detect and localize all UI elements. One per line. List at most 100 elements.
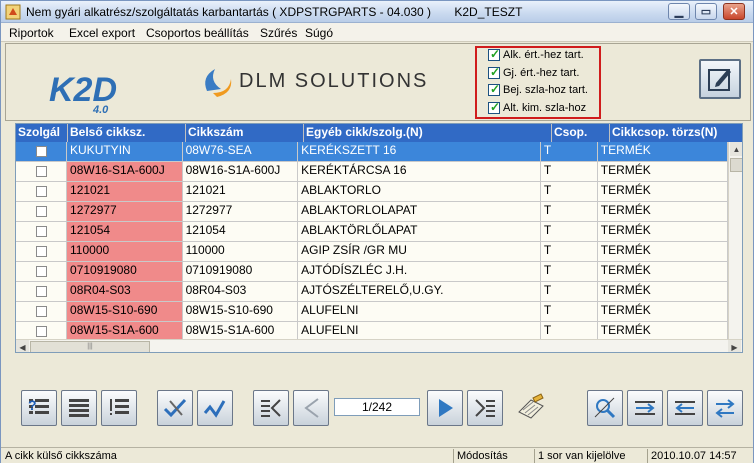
table-cell[interactable]: ALUFELNI bbox=[298, 302, 541, 321]
maximize-button[interactable]: ▭ bbox=[695, 3, 717, 20]
checkbox[interactable] bbox=[488, 65, 500, 79]
table-row[interactable]: 121054 121054 ABLAKTÖRLŐLAPAT T TERMÉK bbox=[16, 222, 728, 242]
col-szolgal[interactable]: Szolgál bbox=[16, 124, 68, 142]
row-checkbox[interactable] bbox=[35, 166, 47, 177]
table-cell[interactable]: 121021 bbox=[182, 182, 299, 201]
scroll-left-icon[interactable]: ◀ bbox=[16, 340, 29, 352]
list-view-button[interactable] bbox=[61, 390, 97, 426]
last-page-button[interactable] bbox=[467, 390, 503, 426]
detail-list-button[interactable] bbox=[101, 390, 137, 426]
table-row[interactable]: KUKUTYIN 08W76-SEA KERÉKSZETT 16 T TERMÉK bbox=[16, 142, 728, 162]
cell-szolgal[interactable] bbox=[16, 222, 68, 241]
row-checkbox[interactable] bbox=[35, 146, 47, 157]
checkbox[interactable] bbox=[488, 47, 500, 61]
table-row[interactable]: 08W16-S1A-600J 08W16-S1A-600J KERÉKTÁRCSA … bbox=[16, 162, 728, 182]
table-cell[interactable]: 08W16-S1A-600J bbox=[67, 162, 183, 181]
table-row[interactable]: 110000 110000 AGIP ZSÍR /GR MU T TERMÉK bbox=[16, 242, 728, 262]
col-csop[interactable]: Csop. bbox=[552, 124, 610, 142]
table-cell[interactable]: T bbox=[540, 142, 598, 161]
next-page-button[interactable] bbox=[427, 390, 463, 426]
table-cell[interactable]: 121021 bbox=[67, 182, 183, 201]
table-cell[interactable]: 110000 bbox=[67, 242, 183, 261]
table-cell[interactable]: TERMÉK bbox=[597, 262, 728, 281]
table-cell[interactable]: TERMÉK bbox=[597, 142, 728, 161]
table-cell[interactable]: 121054 bbox=[67, 222, 183, 241]
table-cell[interactable]: T bbox=[540, 282, 598, 301]
table-cell[interactable]: KERÉKSZETT 16 bbox=[298, 142, 541, 161]
row-checkbox[interactable] bbox=[35, 286, 47, 297]
table-cell[interactable]: AJTÓSZÉLTERELŐ,U.GY. bbox=[298, 282, 541, 301]
table-cell[interactable]: KERÉKTÁRCSA 16 bbox=[298, 162, 541, 181]
row-checkbox[interactable] bbox=[35, 186, 47, 197]
search-button[interactable] bbox=[587, 390, 623, 426]
table-cell[interactable]: 0710919080 bbox=[182, 262, 299, 281]
table-cell[interactable]: 0710919080 bbox=[67, 262, 183, 281]
horizontal-scrollbar[interactable]: ◀ ||| ▶ bbox=[16, 339, 742, 352]
close-button[interactable]: ✕ bbox=[723, 3, 745, 20]
table-cell[interactable]: 08R04-S03 bbox=[182, 282, 299, 301]
row-checkbox[interactable] bbox=[35, 246, 47, 257]
col-egyeb-cikk[interactable]: Egyéb cikk/szolg.(N) bbox=[304, 124, 552, 142]
col-belso-cikksz[interactable]: Belső cikksz. bbox=[68, 124, 186, 142]
col-cikkcsop-torzs[interactable]: Cikkcsop. törzs(N) bbox=[610, 124, 742, 142]
table-row[interactable]: 1272977 1272977 ABLAKTORLOLAPAT T TERMÉK bbox=[16, 202, 728, 222]
table-cell[interactable]: 1272977 bbox=[67, 202, 183, 221]
row-checkbox[interactable] bbox=[35, 206, 47, 217]
first-page-button[interactable] bbox=[253, 390, 289, 426]
menu-csoportos-beallitas[interactable]: Csoportos beállítás bbox=[146, 26, 249, 40]
table-cell[interactable]: AGIP ZSÍR /GR MU bbox=[298, 242, 541, 261]
table-cell[interactable]: 08W15-S10-690 bbox=[67, 302, 183, 321]
option-gj-ert[interactable]: Gj. ért.-hez tart. bbox=[488, 65, 579, 80]
checkbox[interactable] bbox=[488, 100, 500, 114]
table-cell[interactable]: TERMÉK bbox=[597, 222, 728, 241]
menu-sugo[interactable]: Súgó bbox=[305, 26, 333, 40]
col-cikkszam[interactable]: Cikkszám bbox=[186, 124, 304, 142]
table-cell[interactable]: TERMÉK bbox=[597, 302, 728, 321]
cell-szolgal[interactable] bbox=[16, 142, 68, 161]
table-cell[interactable]: 08R04-S03 bbox=[67, 282, 183, 301]
table-cell[interactable]: 110000 bbox=[182, 242, 299, 261]
cell-szolgal[interactable] bbox=[16, 302, 68, 321]
option-alk-ert[interactable]: Alk. ért.-hez tart. bbox=[488, 47, 584, 62]
row-checkbox[interactable] bbox=[35, 306, 47, 317]
table-cell[interactable]: TERMÉK bbox=[597, 202, 728, 221]
option-bej-szla[interactable]: Bej. szla-hoz tart. bbox=[488, 82, 588, 97]
minimize-button[interactable]: ▁ bbox=[668, 3, 690, 20]
table-cell[interactable]: ABLAKTÖRLŐLAPAT bbox=[298, 222, 541, 241]
select-all-button[interactable] bbox=[157, 390, 193, 426]
help-list-button[interactable]: ? bbox=[21, 390, 57, 426]
table-cell[interactable]: KUKUTYIN bbox=[67, 142, 183, 161]
table-cell[interactable]: ABLAKTORLOLAPAT bbox=[298, 202, 541, 221]
move-left-button[interactable] bbox=[667, 390, 703, 426]
cell-szolgal[interactable] bbox=[16, 262, 68, 281]
table-cell[interactable]: T bbox=[540, 222, 598, 241]
table-cell[interactable]: ABLAKTORLO bbox=[298, 182, 541, 201]
table-cell[interactable]: TERMÉK bbox=[597, 282, 728, 301]
table-cell[interactable]: 08W15-S10-690 bbox=[182, 302, 299, 321]
bulk-edit-button[interactable] bbox=[513, 390, 549, 426]
prev-page-button[interactable] bbox=[293, 390, 329, 426]
cell-szolgal[interactable] bbox=[16, 162, 68, 181]
table-cell[interactable]: T bbox=[540, 242, 598, 261]
table-cell[interactable]: T bbox=[540, 202, 598, 221]
scroll-right-icon[interactable]: ▶ bbox=[728, 340, 741, 352]
cell-szolgal[interactable] bbox=[16, 282, 68, 301]
table-cell[interactable]: AJTÓDÍSZLÉC J.H. bbox=[298, 262, 541, 281]
menu-szures[interactable]: Szűrés bbox=[260, 26, 297, 40]
table-cell[interactable]: 1272977 bbox=[182, 202, 299, 221]
menu-excel-export[interactable]: Excel export bbox=[69, 26, 135, 40]
cell-szolgal[interactable] bbox=[16, 202, 68, 221]
table-cell[interactable]: T bbox=[540, 162, 598, 181]
deselect-all-button[interactable] bbox=[197, 390, 233, 426]
table-row[interactable]: 08W15-S10-690 08W15-S10-690 ALUFELNI T TERMÉ… bbox=[16, 302, 728, 322]
cell-szolgal[interactable] bbox=[16, 182, 68, 201]
table-row[interactable]: 08R04-S03 08R04-S03 AJTÓSZÉLTERELŐ,U.GY. T T… bbox=[16, 282, 728, 302]
table-cell[interactable]: 121054 bbox=[182, 222, 299, 241]
table-cell[interactable]: TERMÉK bbox=[597, 182, 728, 201]
table-cell[interactable]: T bbox=[540, 262, 598, 281]
table-cell[interactable]: 08W76-SEA bbox=[182, 142, 299, 161]
checkbox[interactable] bbox=[488, 82, 500, 96]
option-alt-kim[interactable]: Alt. kim. szla-hoz bbox=[488, 100, 586, 115]
swap-button[interactable] bbox=[707, 390, 743, 426]
scroll-thumb[interactable] bbox=[730, 158, 742, 172]
